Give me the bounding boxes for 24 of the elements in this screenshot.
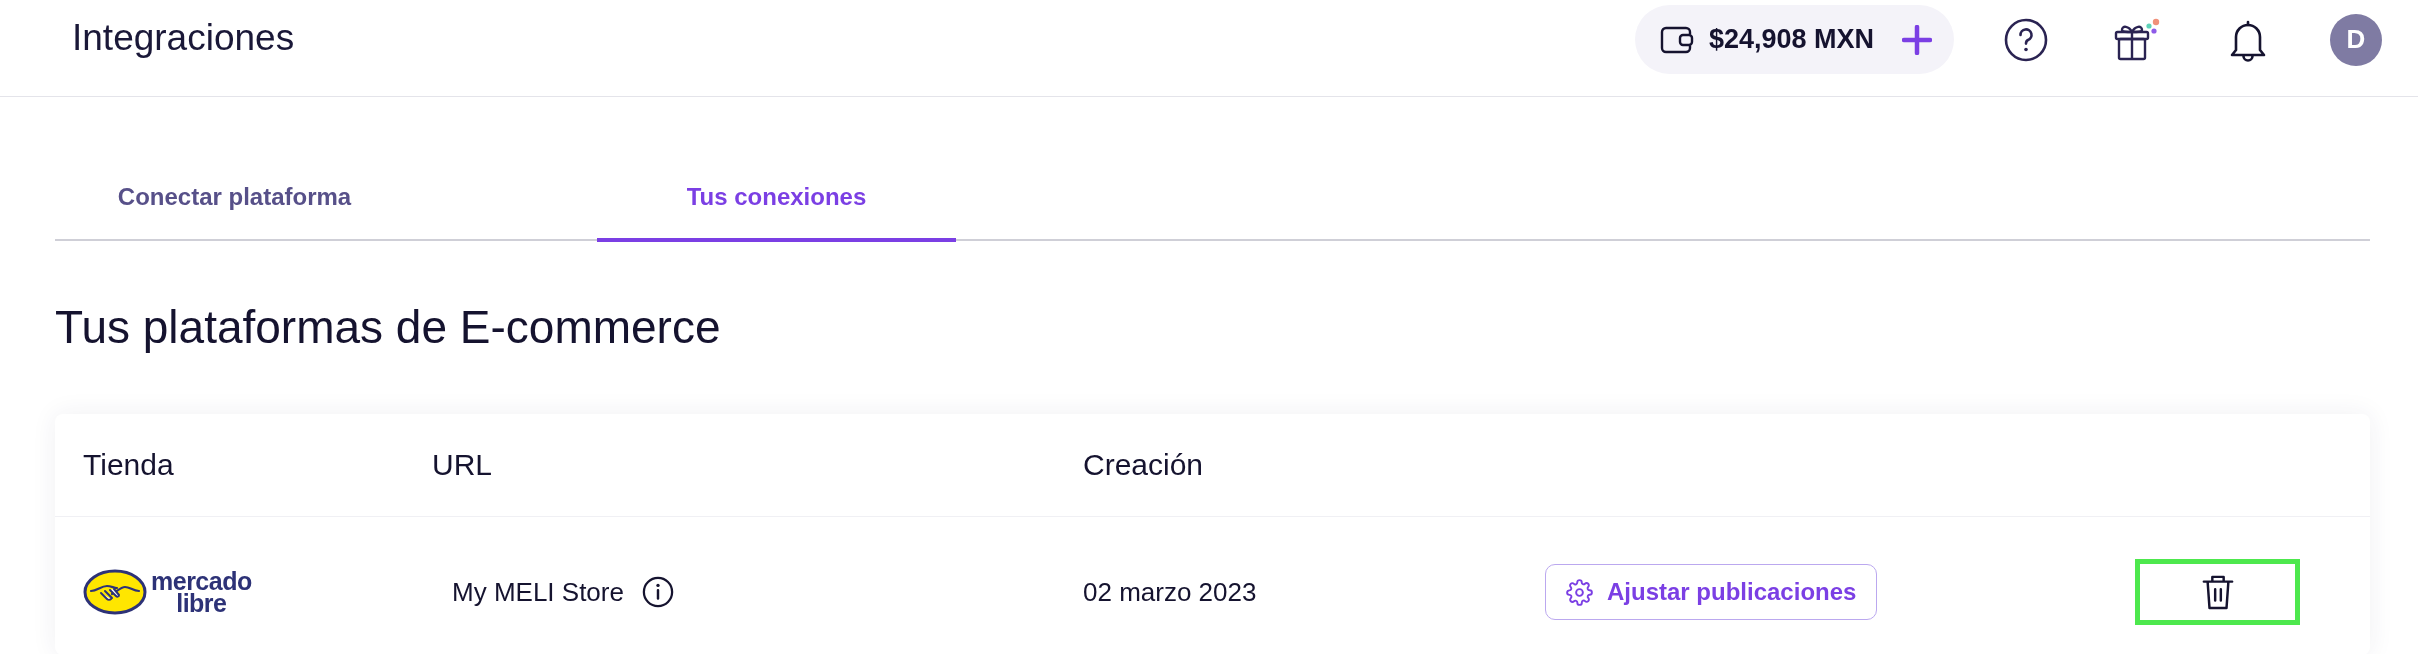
balance-pill[interactable]: $24,908 MXN	[1634, 5, 1954, 74]
page-title: Integraciones	[72, 16, 295, 60]
wallet-icon	[1659, 24, 1694, 55]
logo-text: libre	[176, 592, 227, 614]
store-name: My MELI Store	[452, 576, 624, 608]
logo-text: mercado	[151, 570, 252, 592]
section-heading: Tus plataformas de E-commerce	[55, 301, 721, 353]
tab[interactable]: Tus conexiones	[597, 182, 956, 242]
add-funds-icon[interactable]	[1902, 24, 1932, 55]
column-header: Creación	[1083, 448, 1204, 482]
trash-icon	[2200, 573, 2235, 611]
column-header: Tienda	[83, 448, 174, 482]
help-icon[interactable]	[2004, 17, 2048, 62]
delete-button[interactable]	[2135, 559, 2300, 625]
user-avatar[interactable]: D	[2330, 13, 2382, 66]
gift-icon[interactable]	[2112, 17, 2160, 62]
info-icon[interactable]	[641, 576, 674, 608]
handshake-logo-icon	[83, 569, 147, 615]
tab[interactable]: Conectar plataforma	[55, 182, 414, 242]
settings-icon	[1566, 578, 1593, 606]
balance-amount: $24,908 MXN	[1708, 24, 1874, 55]
creation-date: 02 marzo 2023	[1083, 576, 1257, 608]
adjust-listings-button[interactable]: Ajustar publicaciones	[1545, 564, 1878, 620]
column-header: URL	[432, 448, 492, 482]
